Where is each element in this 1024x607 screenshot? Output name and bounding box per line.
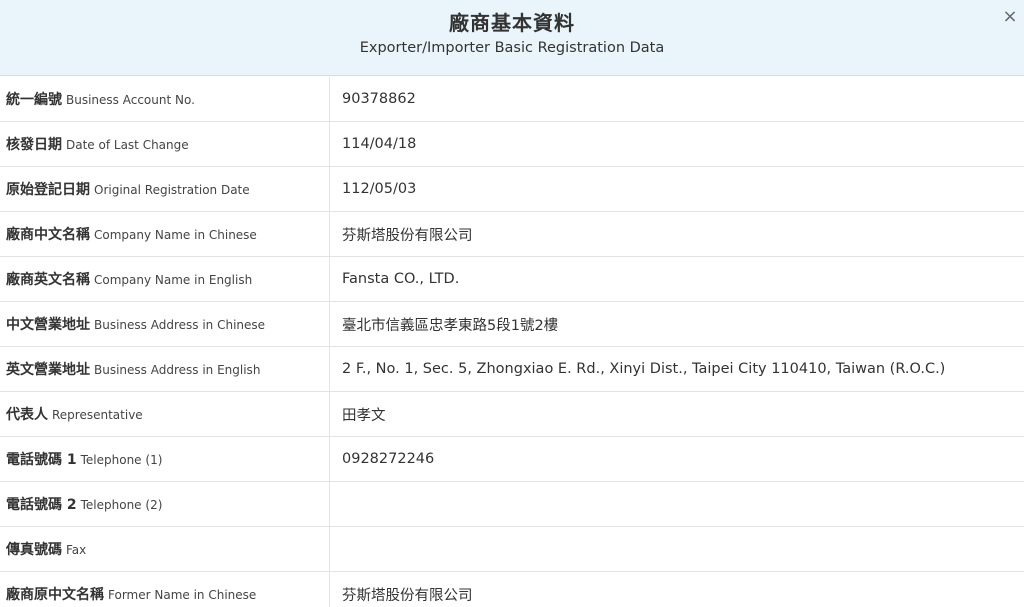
label-english: Fax [66, 543, 87, 557]
label-english: Telephone (2) [80, 498, 163, 512]
row-value [330, 482, 1024, 526]
table-row: 核發日期 Date of Last Change 114/04/18 [0, 122, 1024, 167]
table-row: 傳真號碼 Fax [0, 527, 1024, 572]
table-row: 廠商英文名稱 Company Name in English Fansta CO… [0, 257, 1024, 302]
label-chinese: 廠商英文名稱 [6, 272, 90, 288]
label-chinese: 廠商原中文名稱 [6, 587, 104, 603]
row-value: 芬斯塔股份有限公司 [342, 227, 473, 244]
row-label: 中文營業地址 Business Address in Chinese [0, 302, 330, 346]
table-row: 廠商原中文名稱 Former Name in Chinese 芬斯塔股份有限公司 [0, 572, 1024, 607]
row-label: 廠商中文名稱 Company Name in Chinese [0, 212, 330, 256]
row-label: 原始登記日期 Original Registration Date [0, 167, 330, 211]
row-label: 廠商英文名稱 Company Name in English [0, 257, 330, 301]
label-chinese: 統一編號 [6, 92, 62, 108]
table-row: 電話號碼 1 Telephone (1) 0928272246 [0, 437, 1024, 482]
row-label: 核發日期 Date of Last Change [0, 122, 330, 166]
row-value: 芬斯塔股份有限公司 [342, 587, 473, 604]
label-english: Original Registration Date [94, 183, 250, 197]
row-label: 統一編號 Business Account No. [0, 77, 330, 121]
modal-header: 廠商基本資料 Exporter/Importer Basic Registrat… [0, 0, 1024, 76]
label-english: Former Name in Chinese [108, 588, 257, 602]
row-value: Fansta CO., LTD. [342, 271, 460, 287]
row-label: 廠商原中文名稱 Former Name in Chinese [0, 572, 330, 607]
label-chinese: 傳真號碼 [6, 542, 62, 558]
table-row: 電話號碼 2 Telephone (2) [0, 482, 1024, 527]
table-row: 原始登記日期 Original Registration Date 112/05… [0, 167, 1024, 212]
label-english: Business Account No. [66, 93, 195, 107]
table-row: 英文營業地址 Business Address in English 2 F.,… [0, 347, 1024, 392]
table-row: 統一編號 Business Account No. 90378862 [0, 77, 1024, 122]
row-label: 電話號碼 2 Telephone (2) [0, 482, 330, 526]
label-chinese: 中文營業地址 [6, 317, 90, 333]
row-value: 114/04/18 [342, 136, 417, 152]
row-label: 英文營業地址 Business Address in English [0, 347, 330, 391]
table-row: 代表人 Representative 田孝文 [0, 392, 1024, 437]
label-english: Business Address in Chinese [94, 318, 266, 332]
label-english: Representative [52, 408, 143, 422]
label-english: Business Address in English [94, 363, 261, 377]
label-english: Date of Last Change [66, 138, 189, 152]
row-value: 臺北市信義區忠孝東路5段1號2樓 [342, 317, 559, 334]
modal-title-english: Exporter/Importer Basic Registration Dat… [359, 40, 665, 56]
row-label: 代表人 Representative [0, 392, 330, 436]
row-label: 傳真號碼 Fax [0, 527, 330, 571]
registration-data-modal: 廠商基本資料 Exporter/Importer Basic Registrat… [0, 0, 1024, 607]
label-chinese: 電話號碼 2 [6, 497, 77, 513]
label-chinese: 代表人 [6, 407, 48, 423]
row-value: 2 F., No. 1, Sec. 5, Zhongxiao E. Rd., X… [342, 361, 946, 377]
table-row: 中文營業地址 Business Address in Chinese 臺北市信義… [0, 302, 1024, 347]
table-row: 廠商中文名稱 Company Name in Chinese 芬斯塔股份有限公司 [0, 212, 1024, 257]
row-value [330, 527, 1024, 571]
row-label: 電話號碼 1 Telephone (1) [0, 437, 330, 481]
label-english: Company Name in Chinese [94, 228, 257, 242]
label-chinese: 電話號碼 1 [6, 452, 77, 468]
registration-table: 統一編號 Business Account No. 90378862 核發日期 … [0, 77, 1024, 607]
label-chinese: 廠商中文名稱 [6, 227, 90, 243]
row-value: 90378862 [342, 91, 416, 107]
label-english: Company Name in English [94, 273, 253, 287]
label-chinese: 英文營業地址 [6, 362, 90, 378]
label-chinese: 核發日期 [6, 137, 62, 153]
modal-title-chinese: 廠商基本資料 [449, 11, 575, 35]
label-chinese: 原始登記日期 [6, 182, 90, 198]
label-english: Telephone (1) [80, 453, 163, 467]
row-value: 田孝文 [342, 407, 386, 424]
close-icon[interactable]: × [1000, 7, 1020, 27]
row-value: 0928272246 [342, 451, 435, 467]
row-value: 112/05/03 [342, 181, 417, 197]
